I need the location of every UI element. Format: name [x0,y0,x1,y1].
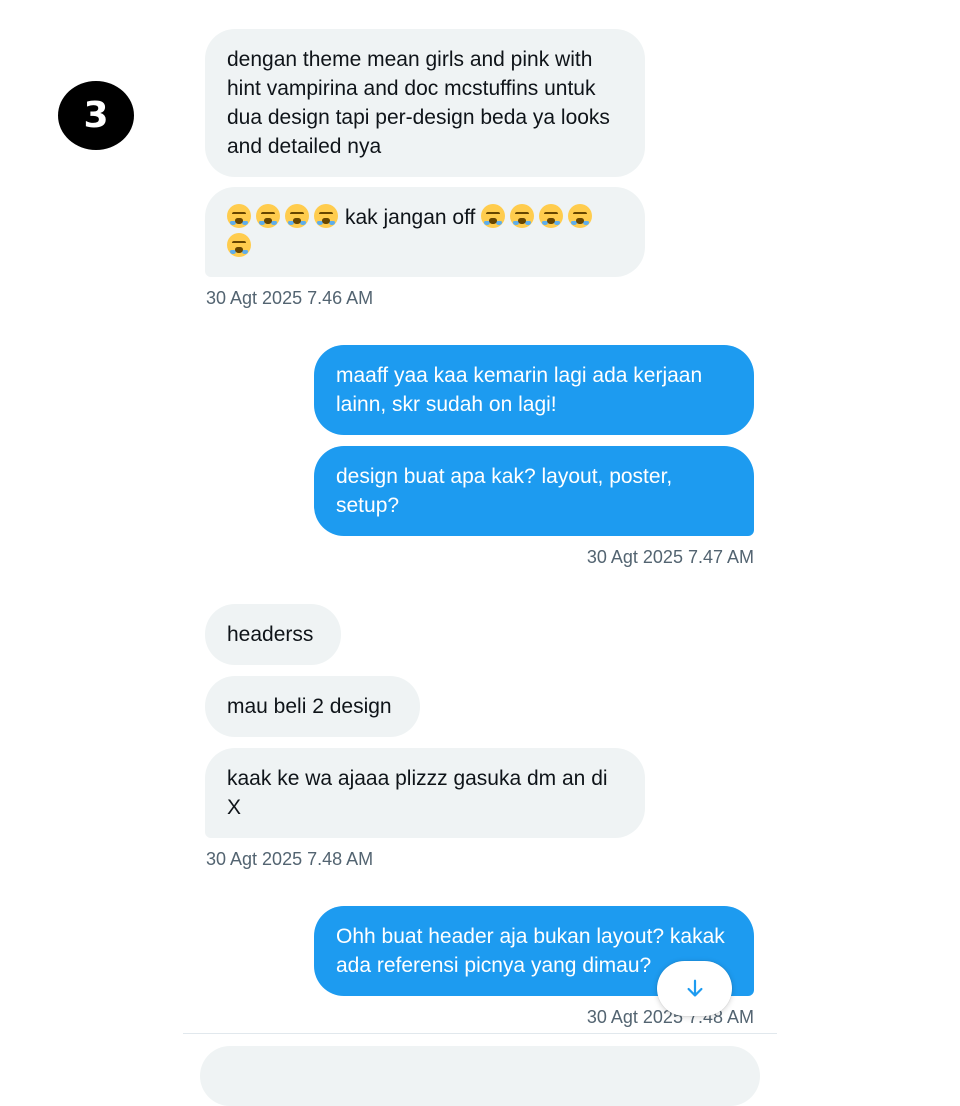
loudly-crying-face-icon [227,233,251,257]
message-bubble-outgoing[interactable]: design buat apa kak? layout, poster, set… [314,446,754,536]
message-bubble-incoming[interactable]: kaak ke wa ajaaa plizzz gasuka dm an di … [205,748,645,838]
message-bubble-incoming[interactable]: dengan theme mean girls and pink with hi… [205,29,645,177]
composer-divider [183,1033,777,1034]
loudly-crying-face-icon [285,204,309,228]
loudly-crying-face-icon [539,204,564,228]
message-timestamp: 30 Agt 2025 7.47 AM [586,547,754,567]
message-text: mau beli 2 design [227,695,392,718]
message-text-inline: kak jangan off [345,206,476,229]
message-text: kaak ke wa ajaaa plizzz gasuka dm an di … [227,767,608,819]
step-number-badge: 3 [58,81,134,150]
message-timestamp: 30 Agt 2025 7.46 AM [206,288,374,308]
message-bubble-incoming[interactable]: headerss [205,604,341,665]
loudly-crying-face-icon [256,204,280,228]
message-bubble-outgoing[interactable]: maaff yaa kaa kemarin lagi ada kerjaan l… [314,345,754,435]
message-bubble-incoming[interactable]: mau beli 2 design [205,676,420,737]
arrow-down-icon [686,979,703,997]
loudly-crying-face-icon [227,204,251,228]
loudly-crying-face-icon [510,204,535,228]
message-composer-input[interactable] [200,1046,760,1106]
message-text: maaff yaa kaa kemarin lagi ada kerjaan l… [336,364,703,416]
scroll-to-bottom-button[interactable] [657,961,732,1016]
message-bubble-incoming[interactable]: kak jangan off [205,187,645,277]
message-timestamp: 30 Agt 2025 7.48 AM [206,849,374,869]
message-text: kak jangan off [227,203,597,261]
message-text: dengan theme mean girls and pink with hi… [227,48,610,158]
loudly-crying-face-icon [314,204,338,228]
message-text: design buat apa kak? layout, poster, set… [336,465,673,517]
loudly-crying-face-icon [568,204,593,228]
message-text: headerss [227,623,314,646]
loudly-crying-face-icon [481,204,506,228]
